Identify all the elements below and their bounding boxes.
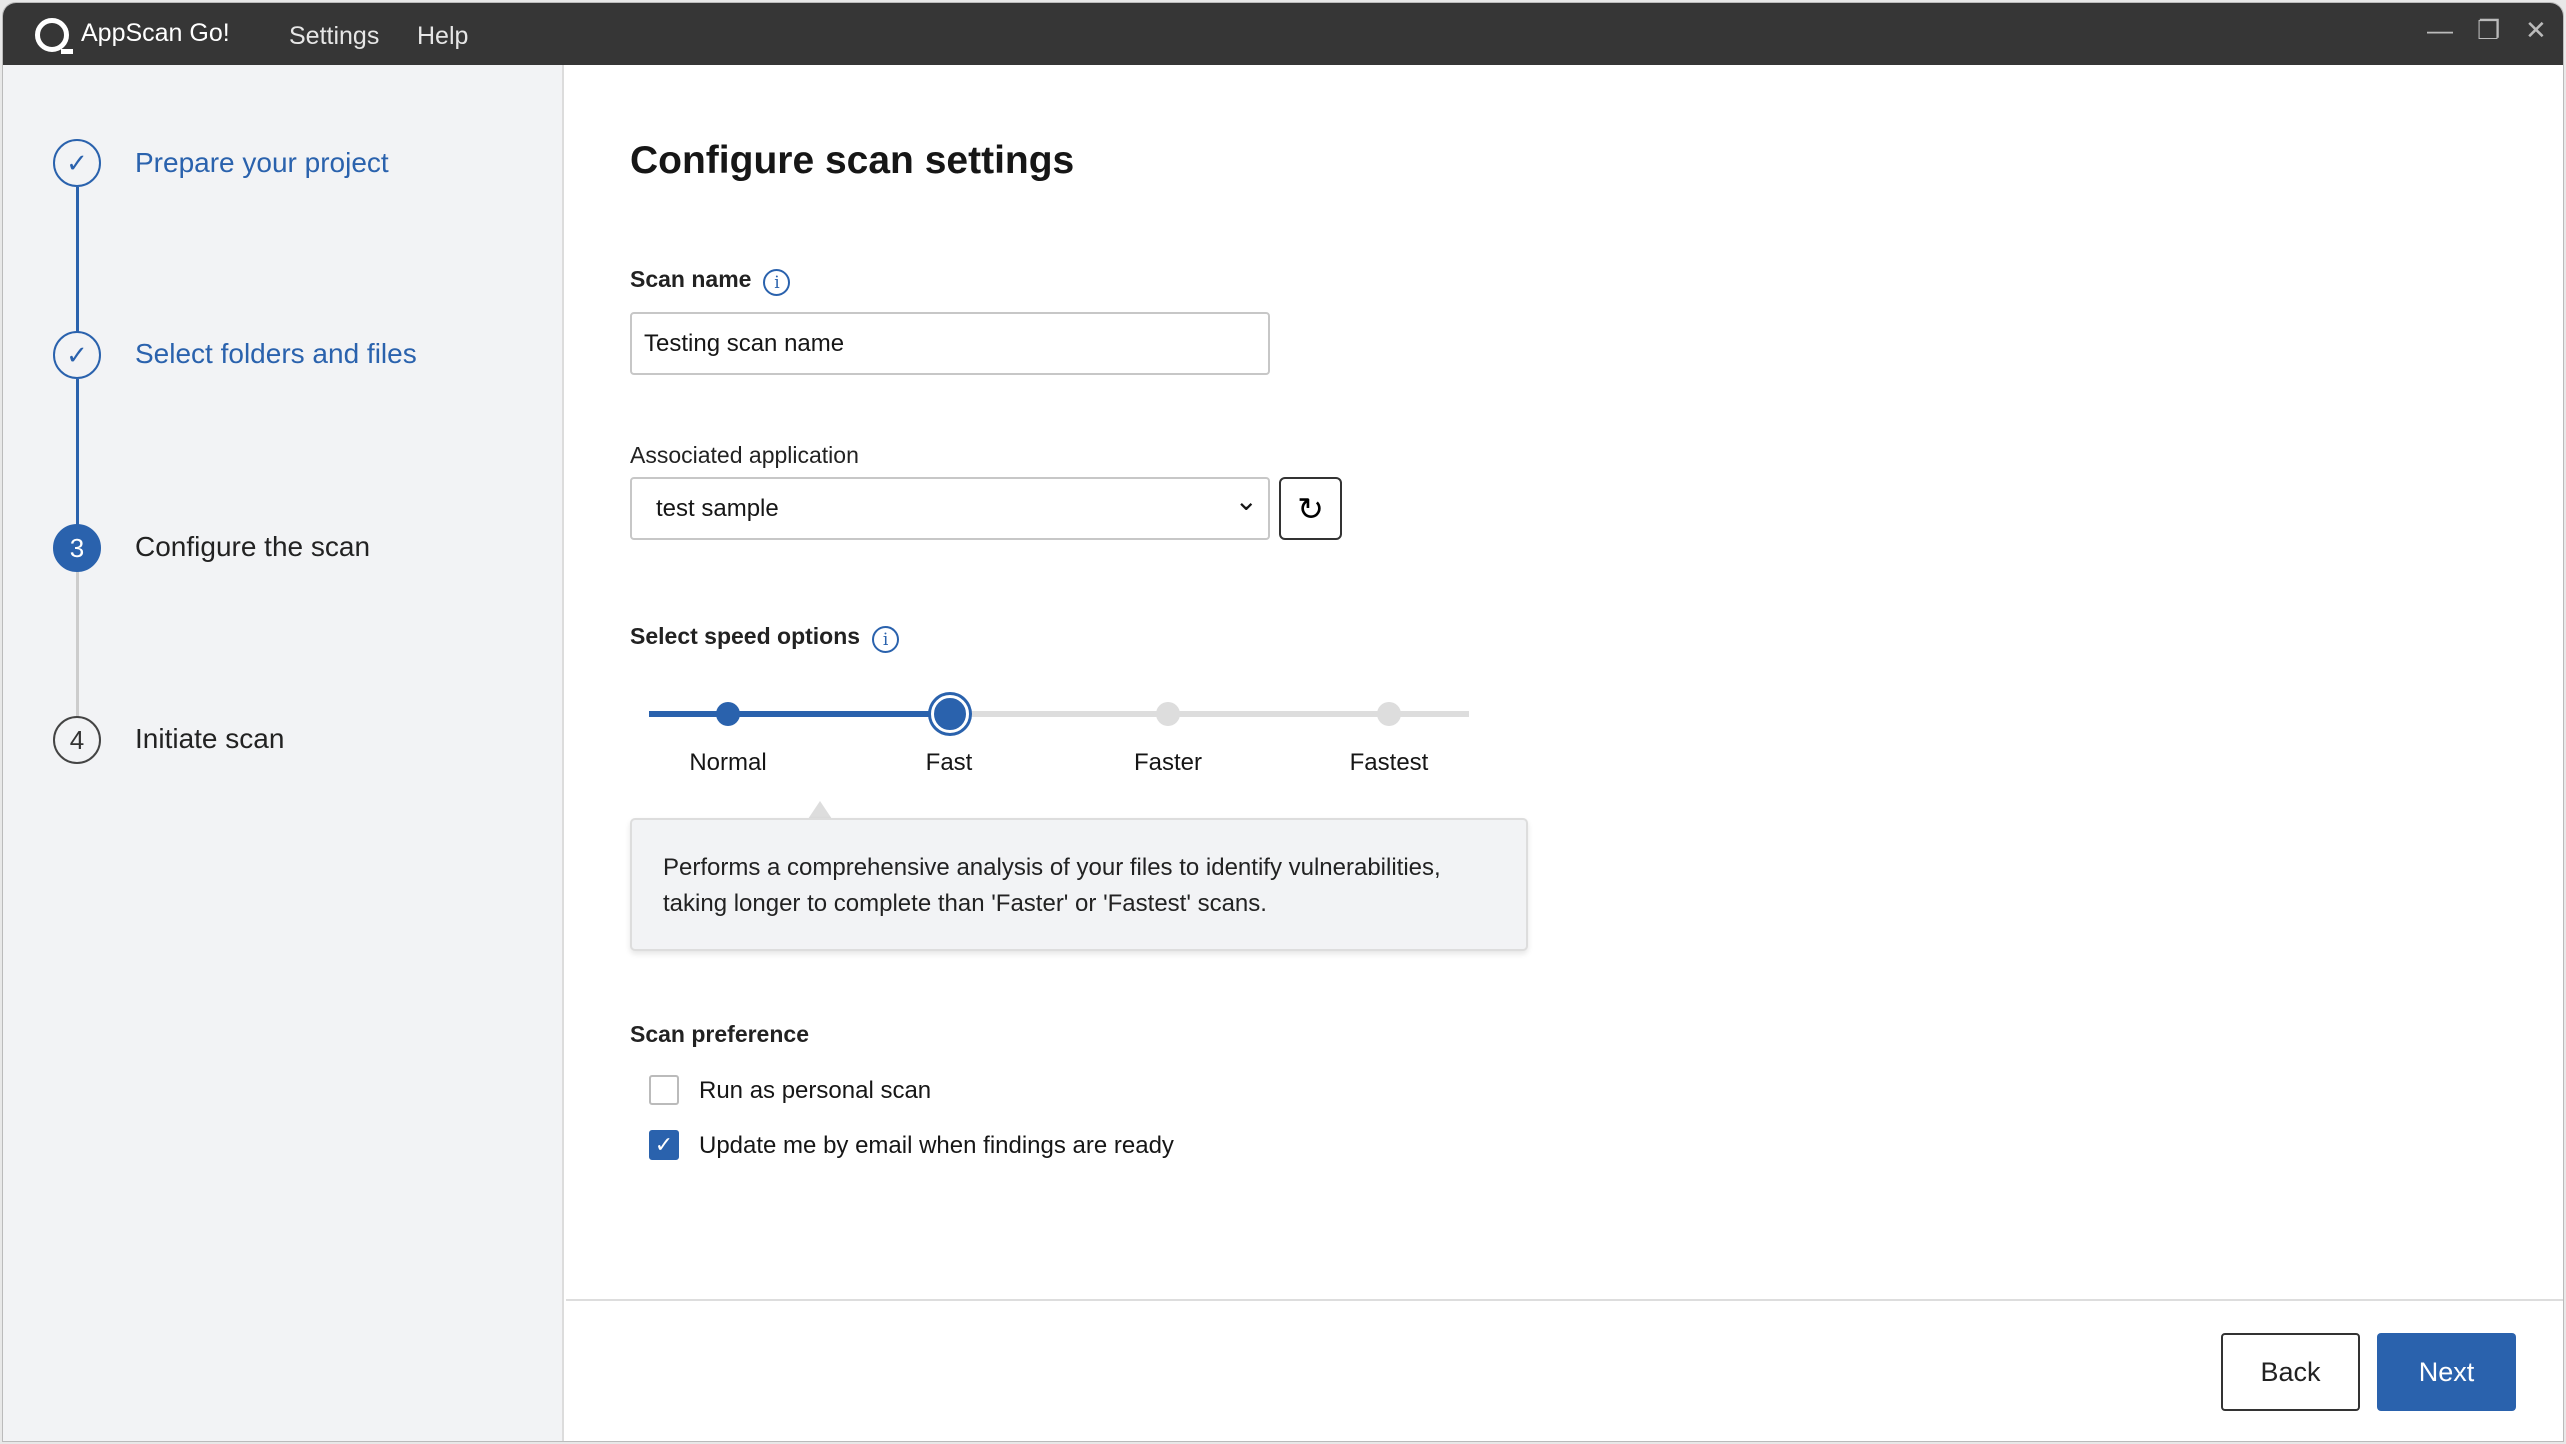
email-update-checkbox[interactable]: ✓ [649,1130,679,1160]
speed-stop-faster[interactable] [1156,702,1180,726]
slider-track-filled [649,711,949,717]
speed-stop-normal[interactable] [716,702,740,726]
speed-label-faster[interactable]: Faster [1134,749,1202,777]
menu-help[interactable]: Help [417,22,468,51]
refresh-button[interactable]: ↻ [1279,477,1342,540]
next-button[interactable]: Next [2377,1333,2516,1411]
step-initiate-scan: Initiate scan [135,723,285,754]
associated-application-label: Associated application [630,442,859,468]
step-configure-scan: Configure the scan [135,531,371,562]
step-select-folders[interactable]: Select folders and files [135,338,417,370]
associated-application-select[interactable]: test sample ⌄ [630,477,1270,540]
main-content: Configure scan settings Scan name i Testi… [566,65,2563,1441]
chevron-down-icon: ⌄ [1234,485,1258,516]
stepper-sidebar: ✓ Prepare your project ✓ Select folders … [3,65,564,1441]
app-window: AppScan Go! Settings Help — ❐ ✕ ✓ Prepar… [2,2,2564,1442]
minimize-icon[interactable]: — [2427,15,2453,46]
speed-options-label: Select speed options [630,623,861,649]
speed-stop-fastest[interactable] [1377,702,1401,726]
email-update-label[interactable]: Update me by email when findings are rea… [699,1132,1174,1160]
footer-divider [566,1299,2563,1301]
check-icon: ✓ [53,331,101,379]
maximize-icon[interactable]: ❐ [2477,15,2500,46]
slider-handle[interactable] [931,695,969,733]
speed-description: Performs a comprehensive analysis of you… [630,818,1528,951]
selected-application: test sample [656,495,779,522]
step-number-3: 3 [53,524,101,572]
app-name: AppScan Go! [81,19,230,47]
refresh-icon: ↻ [1297,490,1324,527]
scan-preference-label: Scan preference [630,1021,809,1047]
page-title: Configure scan settings [630,139,1075,182]
menu-settings[interactable]: Settings [289,22,379,51]
speed-label-normal[interactable]: Normal [689,749,766,777]
close-icon[interactable]: ✕ [2525,15,2547,46]
scan-name-input[interactable]: Testing scan name [630,312,1270,375]
check-icon: ✓ [654,1132,674,1157]
step-prepare-project[interactable]: Prepare your project [135,147,389,179]
speed-label-fastest[interactable]: Fastest [1350,749,1429,777]
appscan-logo-icon [35,18,73,54]
step-number-4: 4 [53,716,101,764]
back-button[interactable]: Back [2221,1333,2360,1411]
check-icon: ✓ [53,139,101,187]
info-icon[interactable]: i [872,626,900,654]
scan-name-label: Scan name [630,266,752,292]
personal-scan-checkbox[interactable] [649,1075,679,1105]
personal-scan-label[interactable]: Run as personal scan [699,1077,931,1105]
speed-label-fast[interactable]: Fast [926,749,973,777]
tooltip-arrow [808,801,832,819]
title-bar: AppScan Go! Settings Help — ❐ ✕ [3,3,2563,65]
info-icon[interactable]: i [763,269,791,297]
